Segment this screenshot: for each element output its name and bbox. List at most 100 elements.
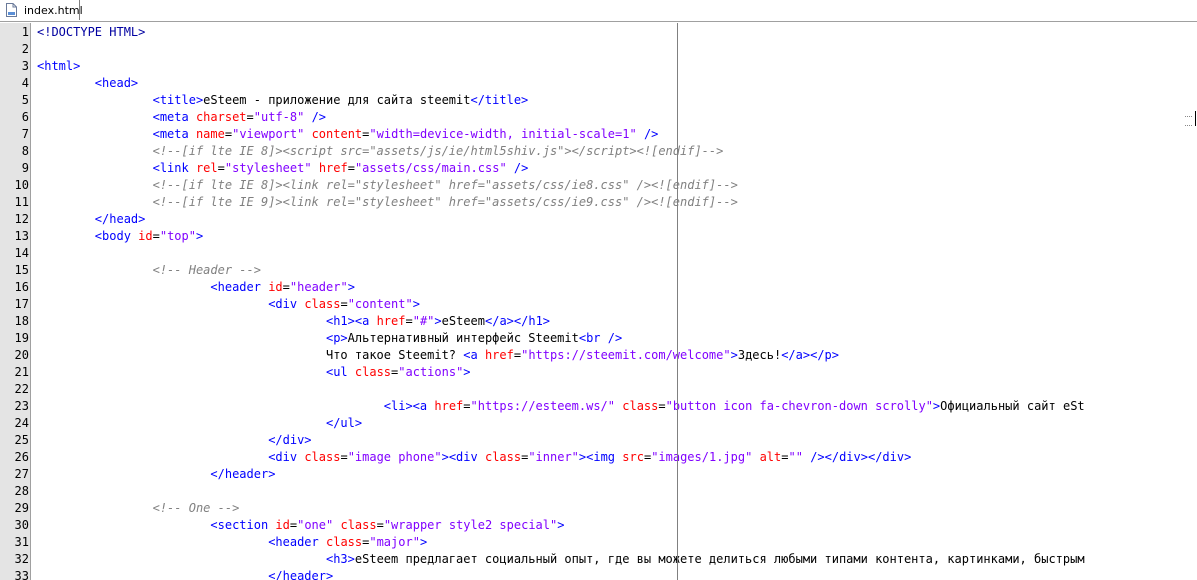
line-number: 16 xyxy=(14,280,29,294)
line-number: 2 xyxy=(21,42,29,56)
code-line[interactable]: 20 Что такое Steemit? <a href="https://s… xyxy=(0,347,1197,364)
code-line[interactable]: 24 </ul> xyxy=(0,415,1197,432)
text-caret xyxy=(1195,111,1196,126)
line-code: <header id="header"> xyxy=(210,280,355,294)
code-line[interactable]: 30 <section id="one" class="wrapper styl… xyxy=(0,517,1197,534)
code-line[interactable]: 18 <h1><a href="#">eSteem</a></h1> xyxy=(0,313,1197,330)
line-code: <h1><a href="#">eSteem</a></h1> xyxy=(325,314,551,328)
line-number: 1 xyxy=(21,25,29,39)
line-code: <div class="content"> xyxy=(268,297,420,311)
line-code: <meta charset="utf-8" /> xyxy=(152,110,327,124)
line-code: <section id="one" class="wrapper style2 … xyxy=(210,518,565,532)
code-line[interactable]: 3 <html> xyxy=(0,58,1197,75)
line-code: <head> xyxy=(94,76,139,90)
code-line[interactable]: 29 <!-- One --> xyxy=(0,500,1197,517)
line-code: <!--[if lte IE 8]><link rel="stylesheet"… xyxy=(152,178,738,192)
line-code: <p>Альтернативный интерфейс Steemit<br /… xyxy=(325,331,623,345)
code-line[interactable]: 33 </header> xyxy=(0,568,1197,580)
line-number: 14 xyxy=(14,246,29,260)
line-number: 15 xyxy=(14,263,29,277)
line-number: 13 xyxy=(14,229,29,243)
code-editor[interactable]: 1 <!DOCTYPE HTML> 2 3 <html> 4 <head> 5 <title… xyxy=(0,23,1197,580)
line-code: </head> xyxy=(94,212,146,226)
line-code: <h3>eSteem предлагает социальный опыт, г… xyxy=(325,552,1085,566)
code-line[interactable]: 28 xyxy=(0,483,1197,500)
line-code: <html> xyxy=(37,59,81,73)
line-number: 22 xyxy=(14,382,29,396)
tab-bar: index.html xyxy=(0,0,1197,22)
code-line[interactable]: 22 xyxy=(0,381,1197,398)
line-code: <li><a href="https://esteem.ws/" class="… xyxy=(383,399,1085,413)
line-number: 19 xyxy=(14,331,29,345)
code-line[interactable]: 21 <ul class="actions"> xyxy=(0,364,1197,381)
line-number: 7 xyxy=(21,127,29,141)
line-code: </ul> xyxy=(325,416,363,430)
line-code: </div> xyxy=(268,433,312,447)
line-number: 18 xyxy=(14,314,29,328)
line-code: <!--[if lte IE 9]><link rel="stylesheet"… xyxy=(152,195,738,209)
code-lines: 1 <!DOCTYPE HTML> 2 3 <html> 4 <head> 5 <title… xyxy=(0,24,1197,580)
line-code: <!DOCTYPE HTML> xyxy=(37,25,146,39)
line-number: 21 xyxy=(14,365,29,379)
code-line[interactable]: 10 <!--[if lte IE 8]><link rel="styleshe… xyxy=(0,177,1197,194)
code-line[interactable]: 13 <body id="top"> xyxy=(0,228,1197,245)
line-number: 27 xyxy=(14,467,29,481)
line-number: 11 xyxy=(14,195,29,209)
line-number: 4 xyxy=(21,76,29,90)
line-number: 28 xyxy=(14,484,29,498)
code-line[interactable]: 8 <!--[if lte IE 8]><script src="assets/… xyxy=(0,143,1197,160)
code-line[interactable]: 5 <title>eSteem - приложение для сайта s… xyxy=(0,92,1197,109)
code-line[interactable]: 25 </div> xyxy=(0,432,1197,449)
code-line[interactable]: 7 <meta name="viewport" content="width=d… xyxy=(0,126,1197,143)
code-line[interactable]: 26 <div class="image phone"><div class="… xyxy=(0,449,1197,466)
line-code: </header> xyxy=(210,467,276,481)
code-line[interactable]: 17 <div class="content"> xyxy=(0,296,1197,313)
code-line[interactable]: 23 <li><a href="https://esteem.ws/" clas… xyxy=(0,398,1197,415)
line-number: 9 xyxy=(21,161,29,175)
code-line[interactable]: 12 </head> xyxy=(0,211,1197,228)
code-line[interactable]: 14 xyxy=(0,245,1197,262)
line-code: <title>eSteem - приложение для сайта ste… xyxy=(152,93,529,107)
tab-index-html[interactable]: index.html xyxy=(0,0,83,20)
line-number: 3 xyxy=(21,59,29,73)
line-number: 12 xyxy=(14,212,29,226)
line-code: <body id="top"> xyxy=(94,229,204,243)
code-line[interactable]: 32 <h3>eSteem предлагает социальный опыт… xyxy=(0,551,1197,568)
edge-marker-line xyxy=(677,23,678,580)
code-line[interactable]: 16 <header id="header"> xyxy=(0,279,1197,296)
line-number: 10 xyxy=(14,178,29,192)
code-line[interactable]: 6 <meta charset="utf-8" /> xyxy=(0,109,1197,126)
line-code: <!--[if lte IE 8]><script src="assets/js… xyxy=(152,144,724,158)
line-number: 31 xyxy=(14,535,29,549)
line-code: <header class="major"> xyxy=(268,535,428,549)
line-code: <ul class="actions"> xyxy=(325,365,471,379)
line-code: </header> xyxy=(268,569,334,580)
line-number: 20 xyxy=(14,348,29,362)
code-line[interactable]: 15 <!-- Header --> xyxy=(0,262,1197,279)
line-number: 17 xyxy=(14,297,29,311)
tab-label: index.html xyxy=(24,3,83,17)
line-number: 26 xyxy=(14,450,29,464)
code-line[interactable]: 31 <header class="major"> xyxy=(0,534,1197,551)
line-code: Что такое Steemit? <a href="https://stee… xyxy=(37,348,839,362)
code-line[interactable]: 2 xyxy=(0,41,1197,58)
code-line[interactable]: 11 <!--[if lte IE 9]><link rel="styleshe… xyxy=(0,194,1197,211)
line-number: 33 xyxy=(14,569,29,580)
line-number: 29 xyxy=(14,501,29,515)
code-line[interactable]: 9 <link rel="stylesheet" href="assets/cs… xyxy=(0,160,1197,177)
code-line[interactable]: 4 <head> xyxy=(0,75,1197,92)
line-code: <!-- Header --> xyxy=(152,263,261,277)
code-line[interactable]: 1 <!DOCTYPE HTML> xyxy=(0,24,1197,41)
line-code: <div class="image phone"><div class="inn… xyxy=(268,450,912,464)
line-number: 8 xyxy=(21,144,29,158)
code-line[interactable]: 27 </header> xyxy=(0,466,1197,483)
line-code: <!-- One --> xyxy=(152,501,240,515)
code-line[interactable]: 19 <p>Альтернативный интерфейс Steemit<b… xyxy=(0,330,1197,347)
line-number: 32 xyxy=(14,552,29,566)
line-number: 24 xyxy=(14,416,29,430)
line-code: <link rel="stylesheet" href="assets/css/… xyxy=(152,161,529,175)
line-number: 25 xyxy=(14,433,29,447)
html-file-icon xyxy=(6,3,17,17)
line-code: <meta name="viewport" content="width=dev… xyxy=(152,127,659,141)
line-number: 23 xyxy=(14,399,29,413)
